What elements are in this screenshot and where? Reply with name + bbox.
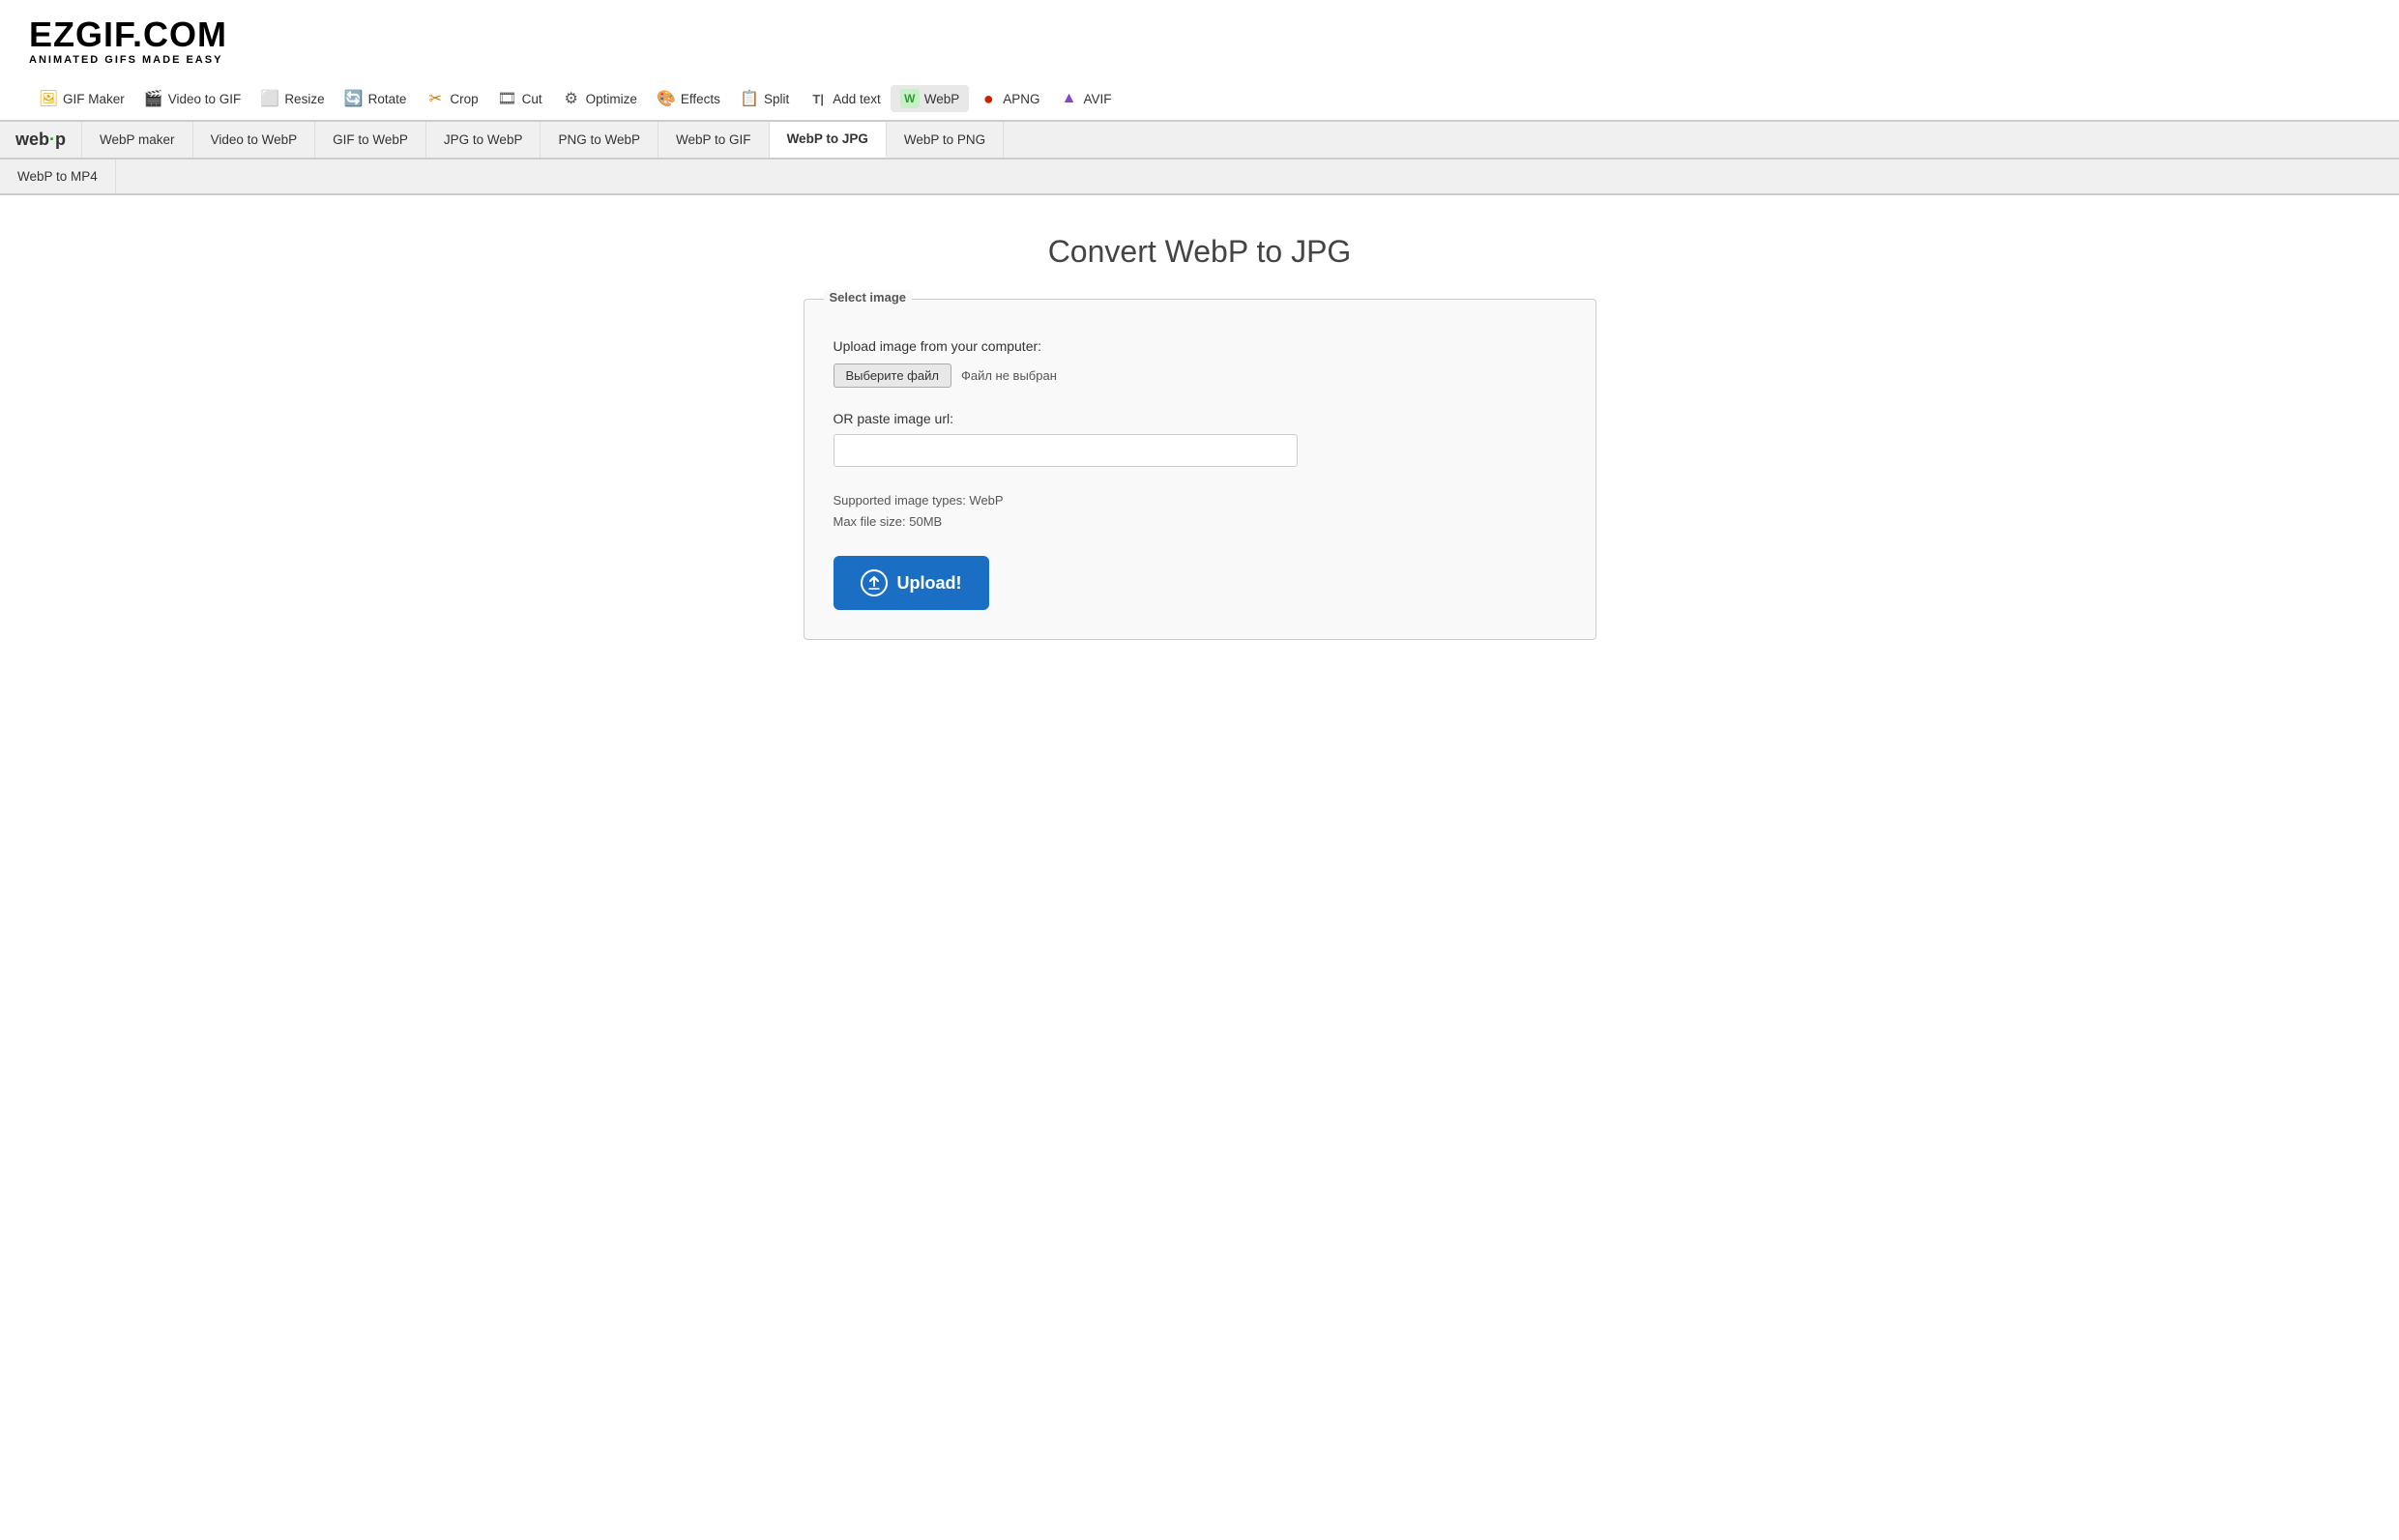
nav-rotate[interactable]: 🔄 Rotate <box>335 85 417 112</box>
logo-title: EZGIF.COM <box>29 17 2370 52</box>
nav-video-to-gif[interactable]: 🎬 Video to GIF <box>134 85 251 112</box>
webp-icon: W <box>900 89 920 108</box>
fieldset-legend: Select image <box>824 290 913 305</box>
apng-icon: ● <box>979 89 998 108</box>
upload-icon <box>861 569 888 596</box>
webp-subnav-webp-to-jpg-label: WebP to JPG <box>787 131 868 146</box>
add-text-icon: T| <box>808 89 828 108</box>
nav-gif-maker-label: GIF Maker <box>63 92 125 106</box>
nav-cut[interactable]: 🎞 Cut <box>488 85 552 112</box>
webp-logo-dot: · <box>49 130 55 149</box>
or-paste-label: OR paste image url: <box>834 411 1566 426</box>
nav-effects-label: Effects <box>681 92 720 106</box>
upload-arrow-icon <box>867 576 881 590</box>
supported-types: Supported image types: WebP <box>834 490 1566 511</box>
upload-box-inner: Upload image from your computer: Выберит… <box>805 309 1595 639</box>
file-input-row: Выберите файл Файл не выбран <box>834 363 1566 388</box>
nav-apng[interactable]: ● APNG <box>969 85 1049 112</box>
page-title: Convert WebP to JPG <box>1048 234 1352 270</box>
webp-subnav-webp-to-jpg[interactable]: WebP to JPG <box>770 122 887 158</box>
nav-cut-label: Cut <box>522 92 542 106</box>
rotate-icon: 🔄 <box>344 89 364 108</box>
avif-icon: ▲ <box>1060 89 1079 108</box>
webp-subnav-jpg-to-webp[interactable]: JPG to WebP <box>426 122 541 158</box>
webp-subnav-maker-label: WebP maker <box>100 132 175 147</box>
nav-avif[interactable]: ▲ AVIF <box>1050 85 1122 112</box>
webp-subnav: web·p WebP maker Video to WebP GIF to We… <box>0 120 2399 160</box>
file-choose-button[interactable]: Выберите файл <box>834 363 951 388</box>
cut-icon: 🎞 <box>498 89 517 108</box>
webp-subnav-webp-to-png[interactable]: WebP to PNG <box>887 122 1004 158</box>
webp-subnav-webp-to-png-label: WebP to PNG <box>904 132 985 147</box>
split-icon: 📋 <box>740 89 759 108</box>
webp-subnav-png-to-webp[interactable]: PNG to WebP <box>541 122 658 158</box>
effects-icon: 🎨 <box>657 89 676 108</box>
video-to-gif-icon: 🎬 <box>144 89 163 108</box>
optimize-icon: ⚙ <box>562 89 581 108</box>
crop-icon: ✂ <box>425 89 445 108</box>
nav-optimize-label: Optimize <box>586 92 637 106</box>
webp-subnav-gif-to-webp[interactable]: GIF to WebP <box>315 122 426 158</box>
nav-rotate-label: Rotate <box>368 92 407 106</box>
webp-subnav-webp-to-mp4-label: WebP to MP4 <box>17 169 98 184</box>
webp-subnav-maker[interactable]: WebP maker <box>82 122 193 158</box>
nav-optimize[interactable]: ⚙ Optimize <box>552 85 647 112</box>
main-content: Convert WebP to JPG Select image Upload … <box>0 195 2399 679</box>
logo-subtitle: ANIMATED GIFS MADE EASY <box>29 54 2370 66</box>
nav-apng-label: APNG <box>1003 92 1039 106</box>
nav-crop[interactable]: ✂ Crop <box>416 85 487 112</box>
nav-webp[interactable]: W WebP <box>891 85 970 112</box>
logo-area: EZGIF.COM ANIMATED GIFS MADE EASY <box>0 0 2399 75</box>
upload-button[interactable]: Upload! <box>834 556 989 610</box>
upload-box: Select image Upload image from your comp… <box>804 299 1596 640</box>
nav-resize-label: Resize <box>284 92 324 106</box>
upload-button-label: Upload! <box>897 573 962 594</box>
max-file-size: Max file size: 50MB <box>834 511 1566 533</box>
webp-subnav-gif-to-webp-label: GIF to WebP <box>333 132 408 147</box>
nav-resize[interactable]: ⬜ Resize <box>250 85 334 112</box>
nav-video-to-gif-label: Video to GIF <box>168 92 242 106</box>
webp-logo-text: web·p <box>15 130 66 150</box>
webp-subnav-webp-to-gif-label: WebP to GIF <box>676 132 751 147</box>
nav-split[interactable]: 📋 Split <box>730 85 799 112</box>
webp-subnav-video-to-webp-label: Video to WebP <box>211 132 298 147</box>
nav-crop-label: Crop <box>450 92 478 106</box>
nav-webp-label: WebP <box>924 92 960 106</box>
gif-maker-icon: 🖼 <box>39 89 58 108</box>
webp-subnav-png-to-webp-label: PNG to WebP <box>558 132 640 147</box>
upload-label: Upload image from your computer: <box>834 338 1566 354</box>
nav-add-text-label: Add text <box>833 92 881 106</box>
nav-avif-label: AVIF <box>1084 92 1112 106</box>
url-input[interactable] <box>834 434 1298 467</box>
nav-add-text[interactable]: T| Add text <box>799 85 891 112</box>
webp-subnav-webp-to-gif[interactable]: WebP to GIF <box>658 122 770 158</box>
file-no-file-label: Файл не выбран <box>961 368 1057 383</box>
nav-effects[interactable]: 🎨 Effects <box>647 85 730 112</box>
webp-logo[interactable]: web·p <box>0 122 82 158</box>
webp-subnav-row2: WebP to MP4 <box>0 160 2399 195</box>
nav-split-label: Split <box>764 92 789 106</box>
resize-icon: ⬜ <box>260 89 279 108</box>
webp-subnav-jpg-to-webp-label: JPG to WebP <box>444 132 523 147</box>
supported-info: Supported image types: WebP Max file siz… <box>834 490 1566 533</box>
webp-subnav-webp-to-mp4[interactable]: WebP to MP4 <box>0 160 116 193</box>
top-nav: 🖼 GIF Maker 🎬 Video to GIF ⬜ Resize 🔄 Ro… <box>0 75 2399 116</box>
nav-gif-maker[interactable]: 🖼 GIF Maker <box>29 85 134 112</box>
webp-subnav-video-to-webp[interactable]: Video to WebP <box>193 122 316 158</box>
